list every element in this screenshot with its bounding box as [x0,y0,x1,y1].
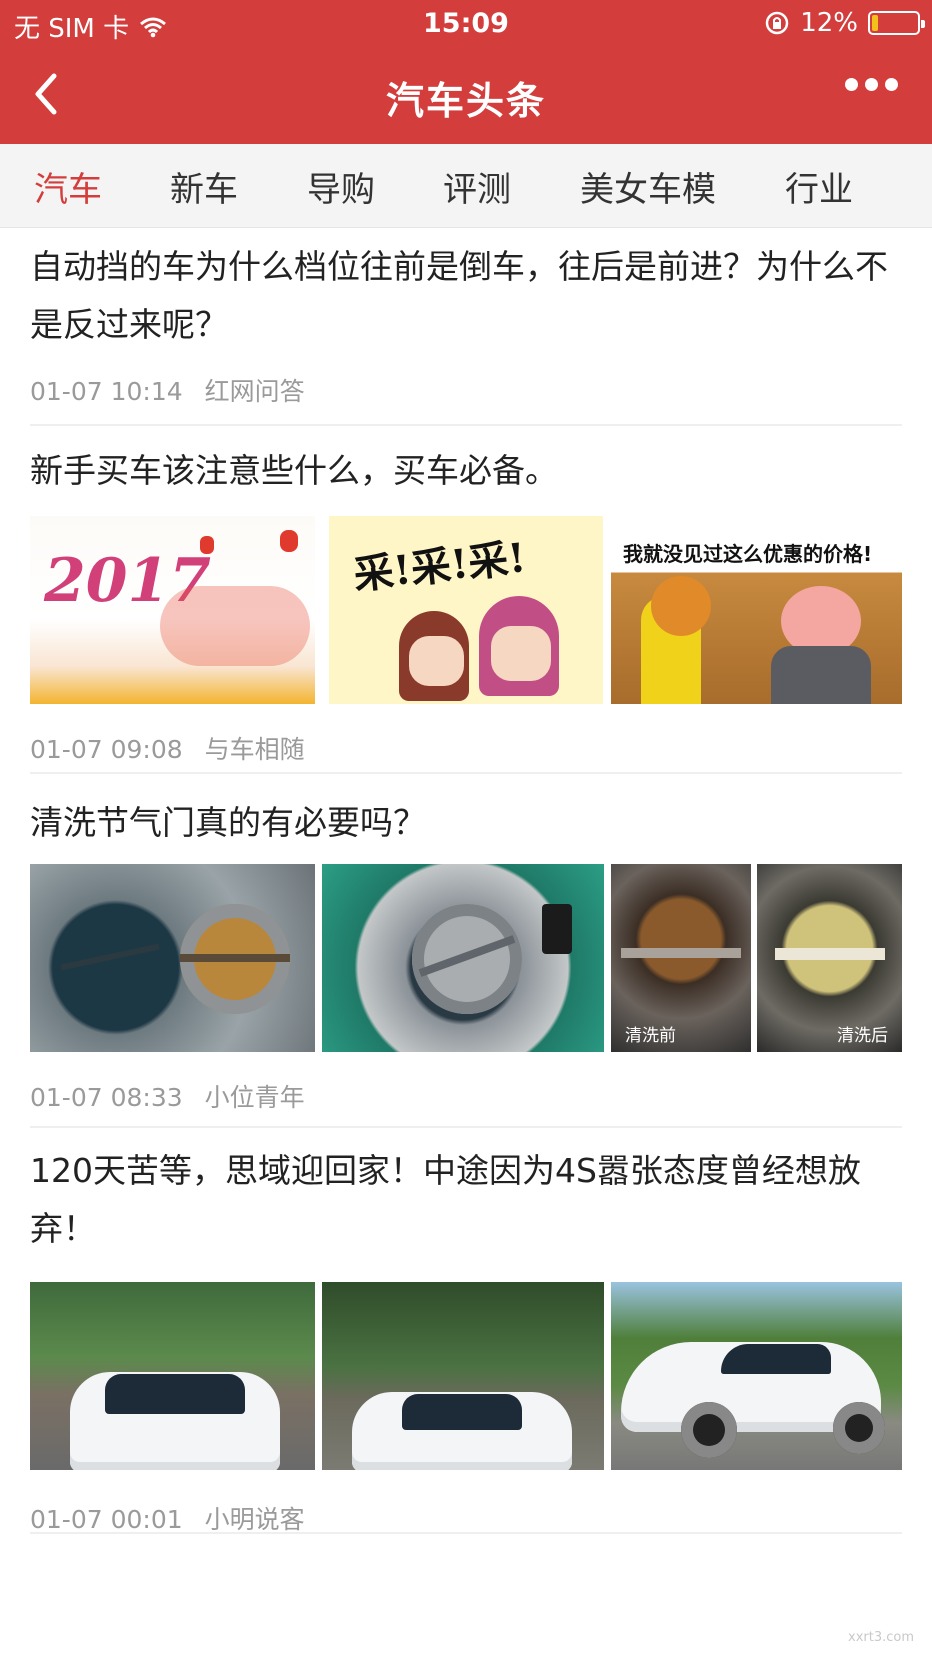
news-thumbnail [322,1282,604,1470]
news-item[interactable]: 自动挡的车为什么档位往前是倒车，往后是前进？为什么不是反过来呢？ 01-07 1… [30,228,902,426]
news-title: 清洗节气门真的有必要吗？ [30,803,426,842]
news-thumbnail: 清洗后 [757,864,902,1052]
news-image-row: 2017 采!采!采! 我就没见过这么优惠的价格! [30,516,902,704]
news-time: 01-07 10:14 [30,377,183,406]
more-menu-icon[interactable] [845,78,898,91]
news-item[interactable]: 新手买车该注意些什么，买车必备。 2017 采!采!采! 我就没见过这么优惠的价… [30,428,902,774]
news-thumbnail: 采!采!采! [329,516,603,704]
news-title: 新手买车该注意些什么，买车必备。 [30,451,558,490]
thumbnail-caption: 我就没见过这么优惠的价格! [623,542,873,566]
news-thumbnail: 2017 [30,516,315,704]
news-item[interactable]: 120天苦等，思域迎回家！中途因为4S嚣张态度曾经想放弃！ 01-07 00:0… [30,1130,902,1534]
news-thumbnail [30,1282,315,1470]
news-title: 120天苦等，思域迎回家！中途因为4S嚣张态度曾经想放弃！ [30,1151,861,1248]
thumbnail-caption: 清洗前 [625,1026,676,1046]
nav-bar: 汽车头条 [0,46,932,144]
news-source: 与车相随 [204,735,305,764]
battery-percent: 12% [800,8,858,38]
news-item[interactable]: 清洗节气门真的有必要吗？ 清洗前 清洗后 01-07 08:33 小位青年 [30,776,902,1128]
tab-review[interactable]: 评测 [443,162,511,211]
tab-buying-guide[interactable]: 导购 [307,162,375,211]
news-time: 01-07 00:01 [30,1505,183,1534]
watermark: xxrt3.com [848,1630,914,1645]
app-header: 无 SIM 卡 15:09 12% 汽车头条 [0,0,932,144]
news-thumbnail [322,864,604,1052]
tab-car-models[interactable]: 美女车模 [580,162,716,211]
tab-auto[interactable]: 汽车 [34,162,102,211]
news-thumbnail: 我就没见过这么优惠的价格! [611,516,902,704]
news-image-row [30,1282,902,1470]
news-meta: 01-07 09:08 与车相随 [30,730,902,766]
tab-new-car[interactable]: 新车 [170,162,238,211]
news-thumbnail: 清洗前 [611,864,751,1052]
news-meta: 01-07 00:01 小明说客 [30,1500,902,1536]
news-meta: 01-07 10:14 红网问答 [30,372,902,408]
rotation-lock-icon [765,11,789,35]
page-title: 汽车头条 [385,79,546,123]
news-source: 小明说客 [204,1505,305,1534]
news-time: 01-07 09:08 [30,735,183,764]
news-thumbnail [30,864,315,1052]
category-tabs: 汽车 新车 导购 评测 美女车模 行业 [0,144,932,228]
thumbnail-caption: 清洗后 [837,1026,888,1046]
news-title: 自动挡的车为什么档位往前是倒车，往后是前进？为什么不是反过来呢？ [30,247,888,344]
news-source: 红网问答 [204,377,305,406]
news-time: 01-07 08:33 [30,1083,183,1112]
news-source: 小位青年 [204,1083,305,1112]
thumbnail-caption: 采!采!采! [351,534,529,599]
news-image-row: 清洗前 清洗后 [30,864,902,1052]
status-bar: 无 SIM 卡 15:09 12% [0,0,932,46]
news-meta: 01-07 08:33 小位青年 [30,1078,902,1114]
battery-icon [868,11,925,35]
tab-industry[interactable]: 行业 [785,162,853,211]
news-thumbnail [611,1282,902,1470]
